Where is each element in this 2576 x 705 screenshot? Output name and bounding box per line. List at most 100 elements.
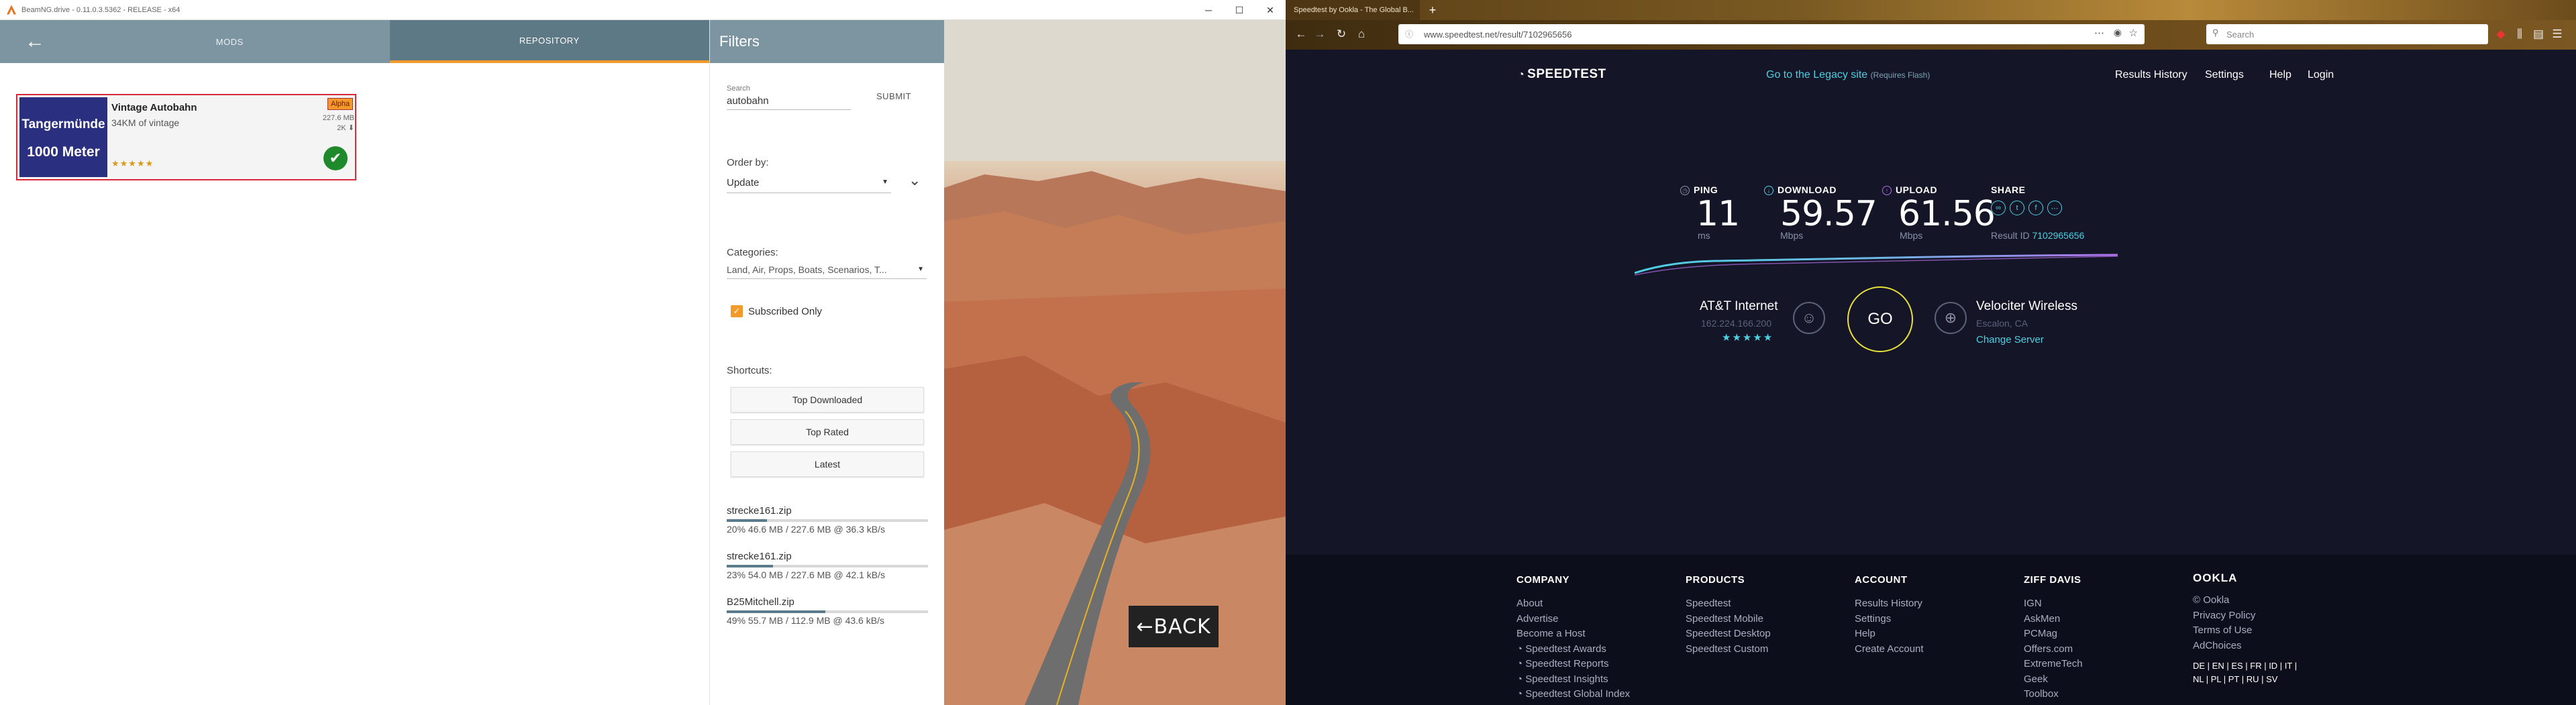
- url-bar[interactable]: ⓘ www.speedtest.net/result/7102965656 ⋯ …: [1398, 24, 2145, 44]
- footer-heading: COMPANY: [1516, 574, 1570, 586]
- globe-icon: ⊕: [1935, 302, 1967, 334]
- library-icon[interactable]: ⫼: [2511, 25, 2528, 43]
- reload-icon[interactable]: ↻: [1333, 25, 1350, 43]
- legacy-site-link[interactable]: Go to the Legacy site (Requires Flash): [1766, 69, 1930, 81]
- sidebar-icon[interactable]: ▤: [2530, 25, 2547, 43]
- sort-direction-icon[interactable]: ⌄: [909, 172, 921, 189]
- isp-ip: 162.224.166.200: [1701, 318, 1772, 329]
- submit-button[interactable]: SUBMIT: [876, 91, 911, 101]
- order-by-select[interactable]: Update ▼: [727, 177, 891, 193]
- top-rated-button[interactable]: Top Rated: [731, 419, 924, 445]
- top-downloaded-button[interactable]: Top Downloaded: [731, 387, 924, 413]
- mod-size: 227.6 MB: [322, 114, 354, 122]
- go-button[interactable]: GO: [1847, 286, 1913, 352]
- download-progress: [727, 565, 928, 567]
- back-icon[interactable]: ←: [1292, 25, 1310, 43]
- change-server-link[interactable]: Change Server: [1976, 334, 2044, 345]
- menu-icon[interactable]: ☰: [2548, 25, 2566, 43]
- mod-downloads: 2K ⬇: [337, 124, 354, 132]
- pocket-icon[interactable]: ◉: [2114, 27, 2122, 38]
- footer-link-text: Speedtest Reports: [1525, 658, 1609, 669]
- footer-link[interactable]: Create Account: [1855, 642, 1924, 657]
- bookmark-star-icon[interactable]: ☆: [2129, 27, 2138, 39]
- shortcuts-label: Shortcuts:: [727, 365, 772, 376]
- download-progress: [727, 610, 928, 613]
- footer-link[interactable]: ExtremeTech: [2024, 657, 2083, 672]
- footer-link[interactable]: AdChoices: [2193, 639, 2297, 654]
- footer-link[interactable]: Help: [1855, 627, 1924, 642]
- footer-link[interactable]: Become a Host: [1516, 627, 1630, 642]
- search-input[interactable]: autobahn: [727, 95, 851, 110]
- footer-link[interactable]: Speedtest: [1686, 596, 1771, 612]
- maximize-icon[interactable]: ☐: [1224, 0, 1255, 20]
- dropdown-arrow-icon: ▼: [917, 266, 924, 273]
- ookla-logo[interactable]: OOKLA: [2193, 572, 2297, 585]
- footer-link[interactable]: Speedtest Desktop: [1686, 627, 1771, 642]
- new-tab-icon[interactable]: +: [1424, 0, 1441, 20]
- language-links-2[interactable]: NL | PL | PT | RU | SV: [2193, 674, 2297, 685]
- footer-ookla: OOKLA © Ookla Privacy Policy Terms of Us…: [2193, 572, 2297, 685]
- info-icon[interactable]: ⓘ: [1405, 28, 1413, 40]
- footer-link-text: Speedtest Insights: [1525, 673, 1608, 685]
- tab-repository[interactable]: REPOSITORY: [389, 20, 709, 63]
- download-name: strecke161.zip: [727, 551, 792, 562]
- footer-link[interactable]: IGN: [2024, 596, 2083, 612]
- beamng-window-title: BeamNG.drive - 0.11.0.3.5362 - RELEASE -…: [21, 5, 181, 14]
- categories-select[interactable]: Land, Air, Props, Boats, Scenarios, T...…: [727, 264, 927, 279]
- footer-heading: ACCOUNT: [1855, 574, 1908, 586]
- global-index-icon: ◔: [1516, 688, 1526, 700]
- subscribed-only-label: Subscribed Only: [748, 306, 823, 317]
- language-links-1[interactable]: DE | EN | ES | FR | ID | IT |: [2193, 659, 2297, 674]
- footer-link[interactable]: Geek: [2024, 672, 2083, 688]
- award-icon: ◔: [1516, 643, 1526, 655]
- footer-link[interactable]: ◔ Speedtest Awards: [1516, 642, 1630, 657]
- mod-card[interactable]: Tangermünde 1000 Meter Vintage Autobahn …: [16, 94, 356, 180]
- footer-link[interactable]: Speedtest Mobile: [1686, 612, 1771, 627]
- footer-link[interactable]: Settings: [1855, 612, 1924, 627]
- isp-rating-stars[interactable]: ★★★★★: [1722, 331, 1773, 343]
- search-label: Search: [727, 85, 750, 93]
- search-bar[interactable]: ⚲ Search: [2206, 24, 2488, 44]
- browser-tab[interactable]: Speedtest by Ookla - The Global B...: [1286, 0, 1420, 20]
- mod-title: Vintage Autobahn: [111, 102, 197, 113]
- footer-link[interactable]: About: [1516, 596, 1630, 612]
- footer-link[interactable]: ◔ Speedtest Reports: [1516, 657, 1630, 672]
- result-id-value[interactable]: 7102965656: [2032, 230, 2084, 241]
- home-icon[interactable]: ⌂: [1353, 25, 1370, 43]
- footer-link[interactable]: Offers.com: [2024, 642, 2083, 657]
- footer-link[interactable]: Privacy Policy: [2193, 608, 2297, 624]
- footer-link[interactable]: Results History: [1855, 596, 1924, 612]
- footer-link[interactable]: Terms of Use: [2193, 623, 2297, 639]
- footer-link[interactable]: Toolbox: [2024, 687, 2083, 702]
- tab-mods[interactable]: MODS: [70, 20, 390, 63]
- forward-icon[interactable]: →: [1311, 25, 1329, 43]
- page-actions-icon[interactable]: ⋯: [2094, 27, 2104, 39]
- subscribed-only-checkbox[interactable]: ✓: [731, 305, 743, 317]
- subscribed-check-icon[interactable]: ✔: [323, 146, 348, 170]
- footer-link[interactable]: PCMag: [2024, 627, 2083, 642]
- footer-link[interactable]: ◔ Speedtest Insights: [1516, 672, 1630, 688]
- twitter-icon[interactable]: t: [2010, 201, 2024, 215]
- filters-title: Filters: [710, 20, 945, 63]
- extension-icon[interactable]: ◆: [2492, 25, 2510, 43]
- close-icon[interactable]: ✕: [1255, 0, 1286, 20]
- footer-link[interactable]: ◔ Speedtest Global Index: [1516, 687, 1630, 702]
- nav-results-history[interactable]: Results History: [2115, 69, 2187, 81]
- nav-help[interactable]: Help: [2269, 69, 2291, 81]
- minimize-icon[interactable]: ─: [1193, 0, 1224, 20]
- nav-settings[interactable]: Settings: [2205, 69, 2244, 81]
- latest-button[interactable]: Latest: [731, 451, 924, 477]
- footer-link[interactable]: AskMen: [2024, 612, 2083, 627]
- nav-login[interactable]: Login: [2308, 69, 2334, 81]
- back-arrow-icon[interactable]: ←: [0, 20, 70, 63]
- facebook-icon[interactable]: f: [2028, 201, 2043, 215]
- more-share-icon[interactable]: ⋯: [2047, 201, 2062, 215]
- firefox-tabbar: Speedtest by Ookla - The Global B... +: [1286, 0, 2576, 20]
- speedtest-logo[interactable]: ◔ SPEEDTEST: [1518, 67, 1606, 82]
- back-button[interactable]: ←BACK: [1129, 606, 1219, 647]
- footer-link[interactable]: Speedtest Custom: [1686, 642, 1771, 657]
- footer-link[interactable]: Advertise: [1516, 612, 1630, 627]
- link-icon[interactable]: ∞: [1991, 201, 2006, 215]
- order-by-value: Update: [727, 177, 760, 188]
- share-label: SHARE: [1991, 184, 2026, 195]
